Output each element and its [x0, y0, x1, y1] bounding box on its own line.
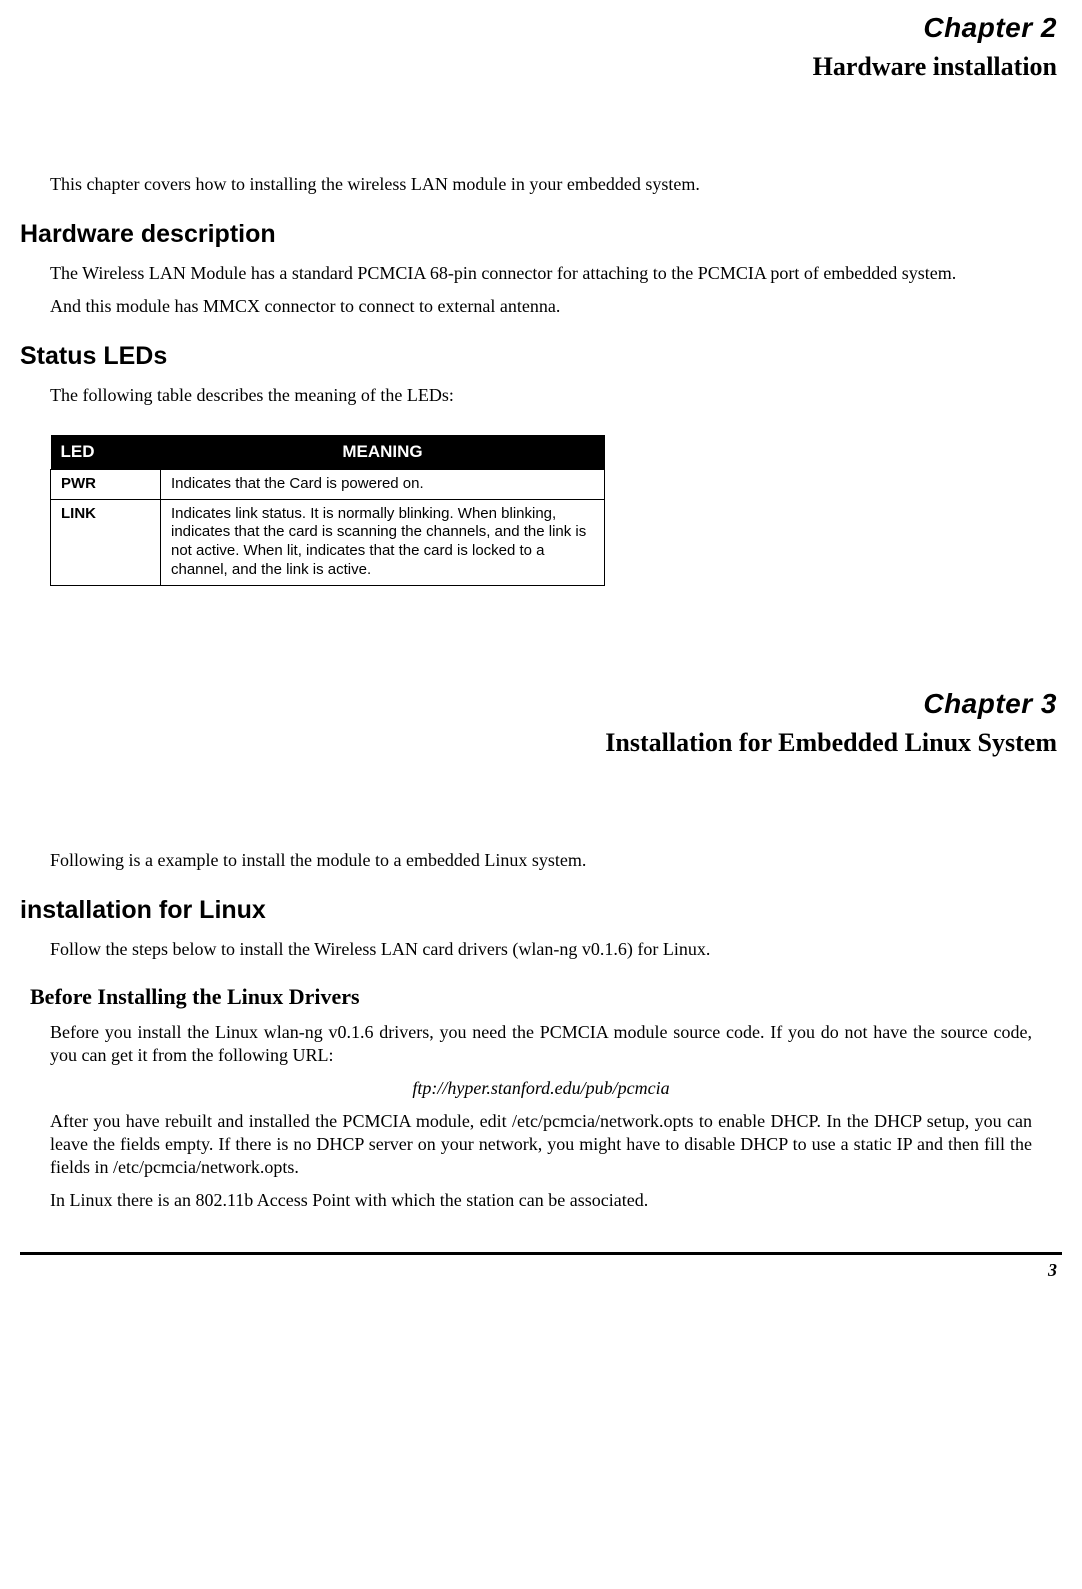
th-meaning: MEANING	[161, 435, 605, 469]
chapter3-intro: Following is a example to install the mo…	[50, 849, 1032, 872]
hw-desc-p2: And this module has MMCX connector to co…	[50, 295, 1032, 318]
chapter-2-header: Chapter 2 Hardware installation	[20, 10, 1062, 83]
chapter-title: Installation for Embedded Linux System	[20, 726, 1062, 759]
hw-desc-p1: The Wireless LAN Module has a standard P…	[50, 262, 1032, 285]
cell-meaning: Indicates that the Card is powered on.	[161, 469, 605, 499]
cell-led: LINK	[51, 499, 161, 585]
table-header-row: LED MEANING	[51, 435, 605, 469]
heading-status-leds: Status LEDs	[20, 340, 1062, 372]
chapter-label: Chapter 2	[20, 10, 1062, 46]
cell-led: PWR	[51, 469, 161, 499]
status-leds-intro: The following table describes the meanin…	[50, 384, 1032, 407]
table-row: LINK Indicates link status. It is normal…	[51, 499, 605, 585]
page-number: 3	[1048, 1260, 1057, 1280]
subheading-before-installing: Before Installing the Linux Drivers	[30, 983, 1052, 1011]
heading-hardware-description: Hardware description	[20, 218, 1062, 250]
page-footer: 3	[20, 1252, 1062, 1282]
pcmcia-url: ftp://hyper.stanford.edu/pub/pcmcia	[20, 1077, 1062, 1100]
install-linux-p1: Follow the steps below to install the Wi…	[50, 938, 1032, 961]
heading-installation-linux: installation for Linux	[20, 894, 1062, 926]
chapter-label: Chapter 3	[20, 686, 1062, 722]
chapter-3-header: Chapter 3 Installation for Embedded Linu…	[20, 686, 1062, 759]
th-led: LED	[51, 435, 161, 469]
chapter2-intro: This chapter covers how to installing th…	[50, 173, 1032, 196]
before-install-p1: Before you install the Linux wlan-ng v0.…	[50, 1021, 1032, 1067]
cell-meaning: Indicates link status. It is normally bl…	[161, 499, 605, 585]
before-install-p3: In Linux there is an 802.11b Access Poin…	[50, 1189, 1032, 1212]
chapter-title: Hardware installation	[20, 50, 1062, 83]
led-table: LED MEANING PWR Indicates that the Card …	[50, 435, 605, 586]
table-row: PWR Indicates that the Card is powered o…	[51, 469, 605, 499]
before-install-p2: After you have rebuilt and installed the…	[50, 1110, 1032, 1179]
